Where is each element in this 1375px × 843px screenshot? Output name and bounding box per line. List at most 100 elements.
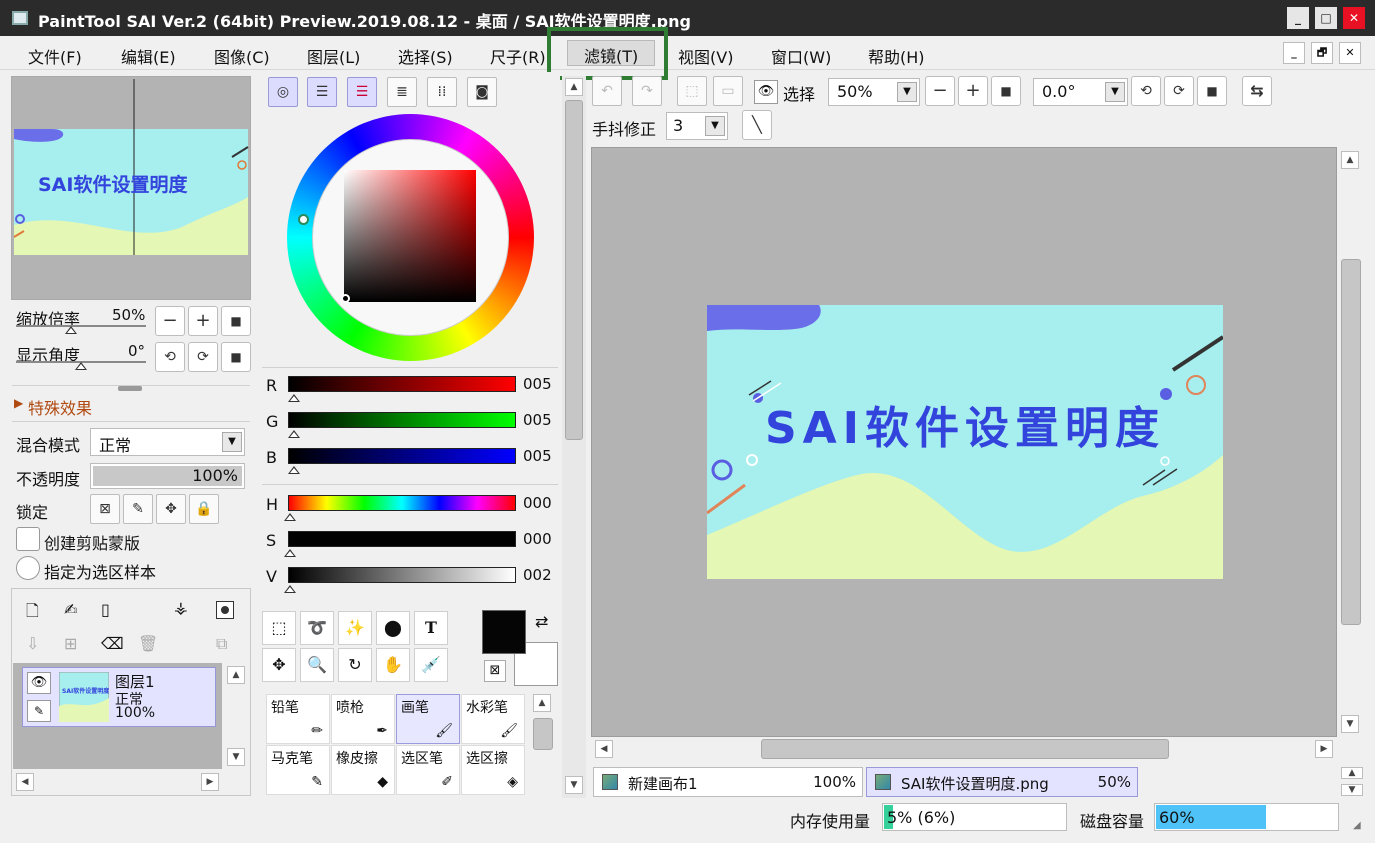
- zoom-out-button[interactable]: −: [155, 306, 185, 336]
- minimize-button[interactable]: _: [1287, 7, 1309, 29]
- selection-sample-radio[interactable]: [16, 556, 40, 580]
- clip-checkbox[interactable]: [16, 527, 40, 551]
- brush-selection-pen[interactable]: 选区笔 ✐: [396, 745, 460, 795]
- tab-new-canvas[interactable]: 新建画布1 100%: [593, 767, 863, 797]
- menu-window[interactable]: 窗口(W): [771, 44, 831, 68]
- saturation-slider[interactable]: [288, 531, 516, 547]
- zoom-slider-track[interactable]: [16, 325, 146, 327]
- scroll-left-icon[interactable]: ◀: [595, 740, 613, 758]
- hue-ring-marker[interactable]: [298, 214, 309, 225]
- toolbar-rotate-right-button[interactable]: ⟳: [1164, 76, 1194, 106]
- rotate-reset-button[interactable]: ■: [221, 342, 251, 372]
- lock-transparency-icon[interactable]: ⊠: [90, 494, 120, 524]
- shape-icon[interactable]: ⬤: [376, 611, 410, 645]
- duplicate-layer-icon[interactable]: ⧉: [216, 634, 227, 654]
- menu-file[interactable]: 文件(F): [28, 44, 82, 68]
- scroll-down-icon[interactable]: ▼: [1341, 715, 1359, 733]
- angle-slider-thumb[interactable]: [75, 362, 87, 370]
- text-tool-icon[interactable]: T: [414, 611, 448, 645]
- lasso-icon[interactable]: ➰: [300, 611, 334, 645]
- layer-row[interactable]: 👁 ✎ SAI软件设置明度 图层1 正常 100%: [22, 667, 216, 727]
- hue-slider[interactable]: [288, 495, 516, 511]
- green-value[interactable]: 005: [523, 411, 552, 429]
- value-slider-thumb[interactable]: [284, 585, 296, 593]
- effects-label[interactable]: 特殊效果: [28, 395, 92, 419]
- mdi-restore-button[interactable]: 🗗: [1311, 42, 1333, 64]
- undo-icon[interactable]: ↶: [592, 76, 622, 106]
- scroll-right-icon[interactable]: ▶: [1315, 740, 1333, 758]
- saturation-slider-thumb[interactable]: [284, 549, 296, 557]
- straight-line-button[interactable]: ╲: [742, 110, 772, 140]
- eye-icon[interactable]: 👁: [27, 672, 51, 694]
- clear-layer-icon[interactable]: ⌫: [101, 634, 124, 653]
- hsv-slider-tab-icon[interactable]: ☰: [347, 77, 377, 107]
- brush-selection-eraser[interactable]: 选区擦 ◈: [461, 745, 525, 795]
- green-slider-thumb[interactable]: [288, 430, 300, 438]
- blue-slider-thumb[interactable]: [288, 466, 300, 474]
- zoom-tool-icon[interactable]: 🔍: [300, 648, 334, 682]
- layer-hscrollbar[interactable]: ◀ ▶: [13, 771, 222, 793]
- menu-view[interactable]: 视图(V): [678, 44, 733, 68]
- zoom-in-button[interactable]: +: [188, 306, 218, 336]
- hue-slider-thumb[interactable]: [284, 513, 296, 521]
- flip-horizontal-button[interactable]: ⇆: [1242, 76, 1272, 106]
- magic-wand-icon[interactable]: ✨: [338, 611, 372, 645]
- panel-splitter-handle[interactable]: [118, 386, 142, 391]
- zoom-select[interactable]: 50% ▼: [828, 78, 920, 106]
- eyedropper-icon[interactable]: 💉: [414, 648, 448, 682]
- scroll-right-icon[interactable]: ▶: [201, 773, 219, 791]
- value-slider[interactable]: [288, 567, 516, 583]
- brush-watercolor[interactable]: 水彩笔 🖌: [461, 694, 525, 744]
- zoom-reset-button[interactable]: ■: [221, 306, 251, 336]
- new-vector-layer-icon[interactable]: ✍: [64, 600, 77, 619]
- opacity-slider[interactable]: 100%: [90, 463, 245, 489]
- stabilizer-select[interactable]: 3 ▼: [666, 112, 728, 140]
- lock-all-icon[interactable]: 🔒: [189, 494, 219, 524]
- color-wheel-tab-icon[interactable]: ◎: [268, 77, 298, 107]
- toolbar-zoom-out-button[interactable]: −: [925, 76, 955, 106]
- scroll-up-icon[interactable]: ▲: [533, 694, 551, 712]
- blend-mode-select[interactable]: 正常 ▼: [90, 428, 245, 456]
- transparent-color-icon[interactable]: ⊠: [484, 660, 506, 682]
- toolbar-rotate-left-button[interactable]: ⟲: [1131, 76, 1161, 106]
- scratchpad-tab-icon[interactable]: ◙: [467, 77, 497, 107]
- scroll-thumb[interactable]: [761, 739, 1169, 759]
- rect-select-icon[interactable]: ⬚: [262, 611, 296, 645]
- red-slider-thumb[interactable]: [288, 394, 300, 402]
- brush-airbrush[interactable]: 喷枪 ✒: [331, 694, 395, 744]
- tab-current-file[interactable]: SAI软件设置明度.png 50%: [866, 767, 1138, 797]
- brush-marker[interactable]: 马克笔 ✎: [266, 745, 330, 795]
- value-value[interactable]: 002: [523, 566, 552, 584]
- swap-colors-icon[interactable]: ⇄: [535, 612, 548, 631]
- green-slider[interactable]: [288, 412, 516, 428]
- tool-panel-scrollbar[interactable]: ▲ ▼: [562, 76, 586, 798]
- rotation-select[interactable]: 0.0° ▼: [1033, 78, 1128, 106]
- maximize-button[interactable]: □: [1315, 7, 1337, 29]
- resize-grip-icon[interactable]: ◢: [1353, 820, 1361, 831]
- blue-slider[interactable]: [288, 448, 516, 464]
- navigator-preview[interactable]: SAI软件设置明度: [11, 76, 251, 300]
- scroll-thumb[interactable]: [533, 718, 553, 750]
- swatch-list-tab-icon[interactable]: ≣: [387, 77, 417, 107]
- scroll-up-icon[interactable]: ▲: [565, 78, 583, 96]
- selection-visible-eye-icon[interactable]: 👁: [754, 80, 778, 104]
- scroll-down-icon[interactable]: ▼: [565, 776, 583, 794]
- tabs-scroll-up-icon[interactable]: ▲: [1341, 767, 1363, 779]
- hue-value[interactable]: 000: [523, 494, 552, 512]
- red-value[interactable]: 005: [523, 375, 552, 393]
- menu-image[interactable]: 图像(C): [214, 44, 270, 68]
- deselect-icon[interactable]: ⬚: [677, 76, 707, 106]
- foreground-color-swatch[interactable]: [482, 610, 526, 654]
- redo-icon[interactable]: ↷: [632, 76, 662, 106]
- scroll-thumb[interactable]: [1341, 259, 1361, 625]
- mask-toggle-icon[interactable]: [216, 601, 234, 619]
- lock-move-icon[interactable]: ✥: [156, 494, 186, 524]
- menu-layer[interactable]: 图层(L): [307, 44, 360, 68]
- rgb-slider-tab-icon[interactable]: ☰: [307, 77, 337, 107]
- menu-select[interactable]: 选择(S): [398, 44, 453, 68]
- swatch-grid-tab-icon[interactable]: ⁞⁞: [427, 77, 457, 107]
- canvas-hscrollbar[interactable]: ◀ ▶: [591, 737, 1337, 761]
- canvas-vscrollbar[interactable]: ▲ ▼: [1337, 147, 1363, 737]
- rotate-left-button[interactable]: ⟲: [155, 342, 185, 372]
- merge-down-icon[interactable]: ⇩: [26, 634, 39, 653]
